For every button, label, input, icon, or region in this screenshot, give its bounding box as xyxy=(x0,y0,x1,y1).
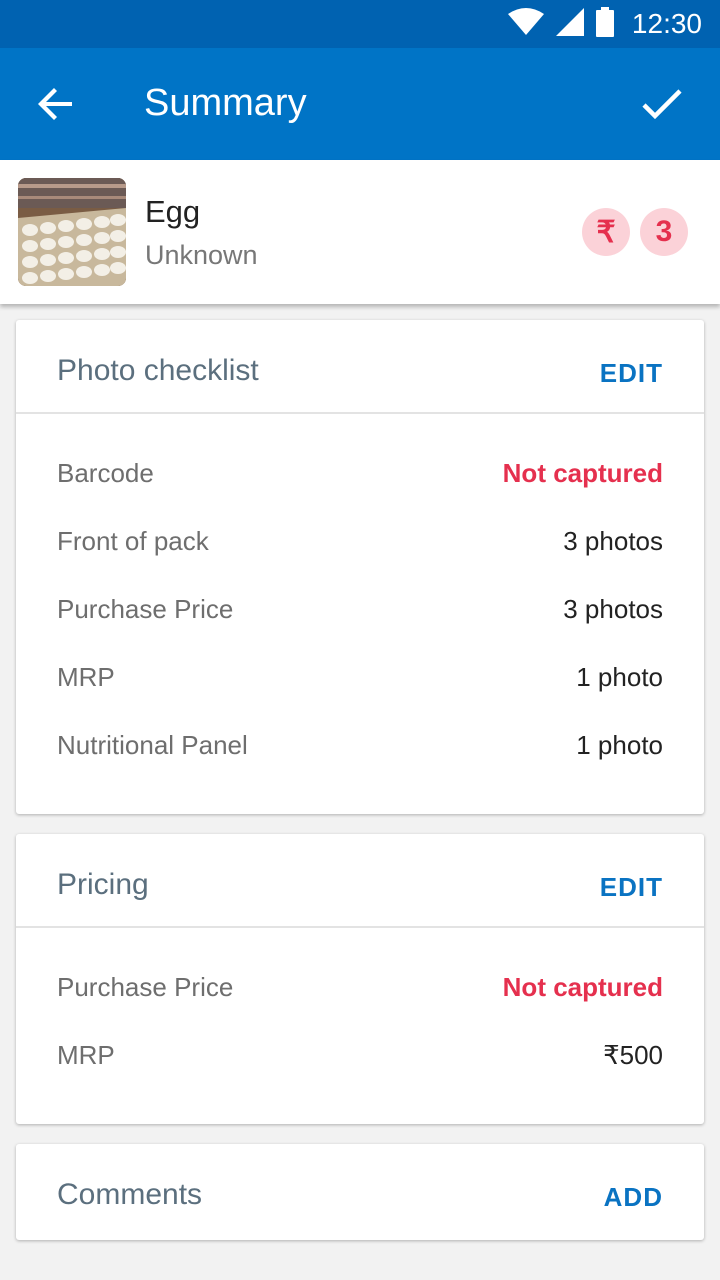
page-title: Summary xyxy=(144,82,307,124)
confirm-button[interactable] xyxy=(634,78,690,134)
pricing-row[interactable]: Purchase Price Not captured xyxy=(16,956,704,1024)
edit-photo-checklist-button[interactable]: EDIT xyxy=(600,358,663,389)
checklist-row[interactable]: MRP 1 photo xyxy=(16,646,704,714)
edit-pricing-button[interactable]: EDIT xyxy=(600,872,663,903)
check-icon xyxy=(642,88,682,125)
price-badge: ₹ xyxy=(582,208,630,256)
count-badge: 3 xyxy=(640,208,688,256)
card-header: Pricing EDIT xyxy=(16,834,704,928)
row-label: Front of pack xyxy=(57,526,209,556)
row-label: MRP xyxy=(57,662,115,692)
card-header: Comments ADD xyxy=(16,1144,704,1238)
status-time: 12:30 xyxy=(631,8,702,39)
row-value: 1 photo xyxy=(576,730,663,760)
row-value: Not captured xyxy=(502,458,663,488)
row-label: Nutritional Panel xyxy=(57,730,248,760)
product-brand: Unknown xyxy=(145,240,258,270)
card-title: Photo checklist xyxy=(57,354,259,387)
card-header: Photo checklist EDIT xyxy=(16,320,704,414)
row-value: 3 photos xyxy=(563,594,663,624)
pricing-card: Pricing EDIT Purchase Price Not captured… xyxy=(16,834,704,1124)
comments-card: Comments ADD xyxy=(16,1144,704,1240)
row-value: 3 photos xyxy=(563,526,663,556)
row-label: Purchase Price xyxy=(57,594,234,624)
card-title: Pricing xyxy=(57,868,149,901)
product-image[interactable] xyxy=(18,178,126,286)
battery-icon xyxy=(595,6,614,42)
wifi-icon xyxy=(507,7,544,41)
signal-icon xyxy=(555,7,584,41)
add-comment-button[interactable]: ADD xyxy=(604,1182,663,1213)
product-name: Egg xyxy=(145,194,201,229)
card-title: Comments xyxy=(57,1178,203,1211)
back-button[interactable] xyxy=(28,78,84,134)
row-value: Not captured xyxy=(502,972,663,1002)
row-label: MRP xyxy=(57,1040,115,1070)
checklist-row[interactable]: Barcode Not captured xyxy=(16,442,704,510)
checklist-row[interactable]: Purchase Price 3 photos xyxy=(16,578,704,646)
row-value: 1 photo xyxy=(576,662,663,692)
row-label: Barcode xyxy=(57,458,154,488)
status-bar: 12:30 xyxy=(0,0,720,48)
row-value: ₹500 xyxy=(603,1040,663,1070)
product-header: Egg Unknown ₹ 3 xyxy=(0,160,720,304)
pricing-row[interactable]: MRP ₹500 xyxy=(16,1024,704,1092)
photo-checklist-card: Photo checklist EDIT Barcode Not capture… xyxy=(16,320,704,814)
app-bar: Summary xyxy=(0,48,720,160)
row-label: Purchase Price xyxy=(57,972,234,1002)
checklist-row[interactable]: Front of pack 3 photos xyxy=(16,510,704,578)
checklist-row[interactable]: Nutritional Panel 1 photo xyxy=(16,714,704,782)
arrow-back-icon xyxy=(38,86,74,127)
